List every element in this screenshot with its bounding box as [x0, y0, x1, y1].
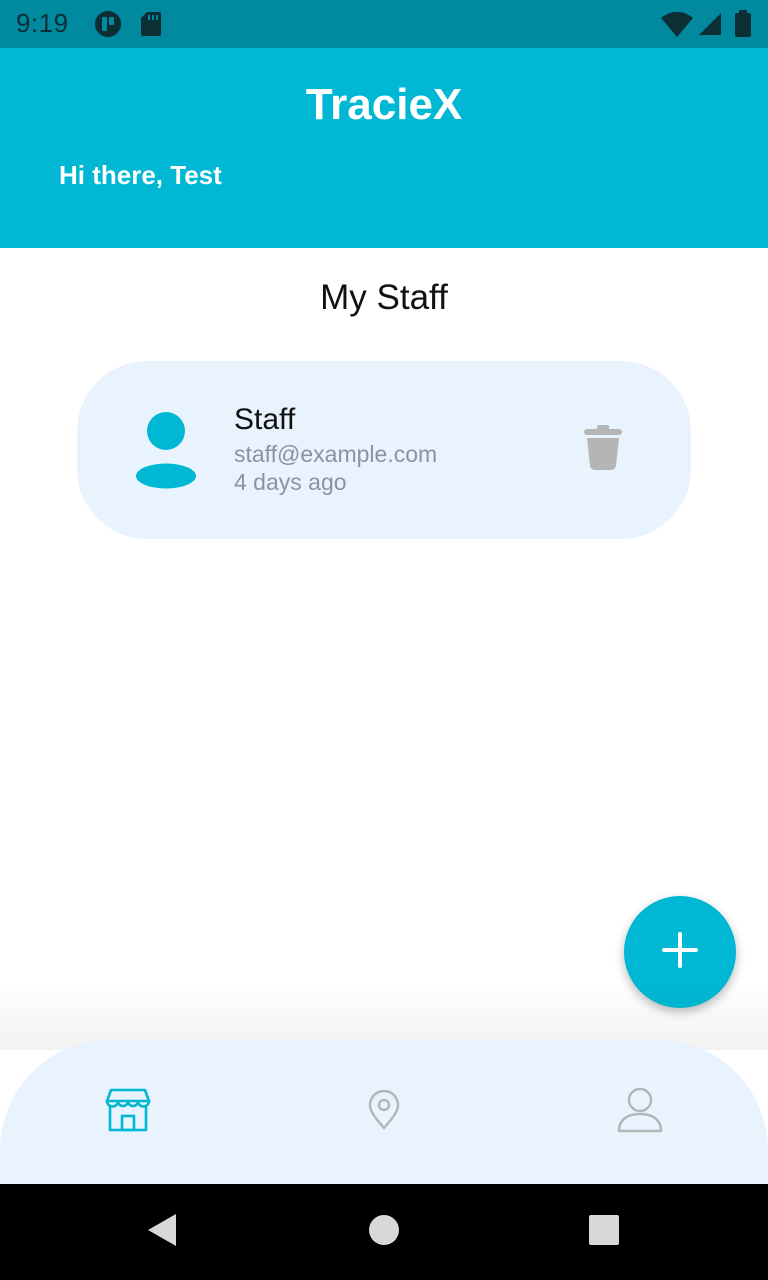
trash-icon [583, 424, 623, 476]
back-button[interactable] [138, 1208, 186, 1256]
screen: 9:19 TracieX Hi there, Test My Staff Sta… [0, 0, 768, 1280]
app-title: TracieX [305, 80, 463, 129]
recents-button[interactable] [580, 1208, 628, 1256]
system-navigation-bar [0, 1184, 768, 1280]
home-icon [368, 1214, 400, 1251]
wifi-icon [660, 11, 694, 43]
profile-icon [617, 1087, 663, 1138]
signal-icon [698, 12, 722, 41]
status-time: 9:19 [16, 8, 69, 38]
app-notification-icon [94, 10, 122, 43]
page-title: My Staff [320, 278, 448, 317]
staff-name: Staff [234, 403, 296, 436]
staff-email: staff@example.com [234, 441, 438, 467]
plus-icon [661, 931, 699, 974]
nav-item-profile[interactable] [608, 1080, 672, 1144]
staff-added-time: 4 days ago [234, 469, 347, 495]
battery-icon [734, 10, 752, 43]
app-header: TracieX Hi there, Test [0, 48, 768, 248]
nav-item-store[interactable] [96, 1080, 160, 1144]
back-icon [145, 1212, 179, 1253]
home-button[interactable] [360, 1208, 408, 1256]
staff-list-item[interactable]: Staff staff@example.com 4 days ago [77, 361, 691, 539]
location-pin-icon [367, 1089, 401, 1135]
person-icon [133, 411, 199, 489]
greeting-text: Hi there, Test [59, 160, 222, 190]
store-icon [105, 1088, 151, 1137]
nav-item-location[interactable] [352, 1080, 416, 1144]
bottom-navigation [0, 1040, 768, 1184]
recents-icon [589, 1214, 619, 1250]
delete-staff-button[interactable] [573, 419, 633, 481]
sd-card-icon [140, 11, 162, 42]
status-bar: 9:19 [0, 0, 768, 48]
